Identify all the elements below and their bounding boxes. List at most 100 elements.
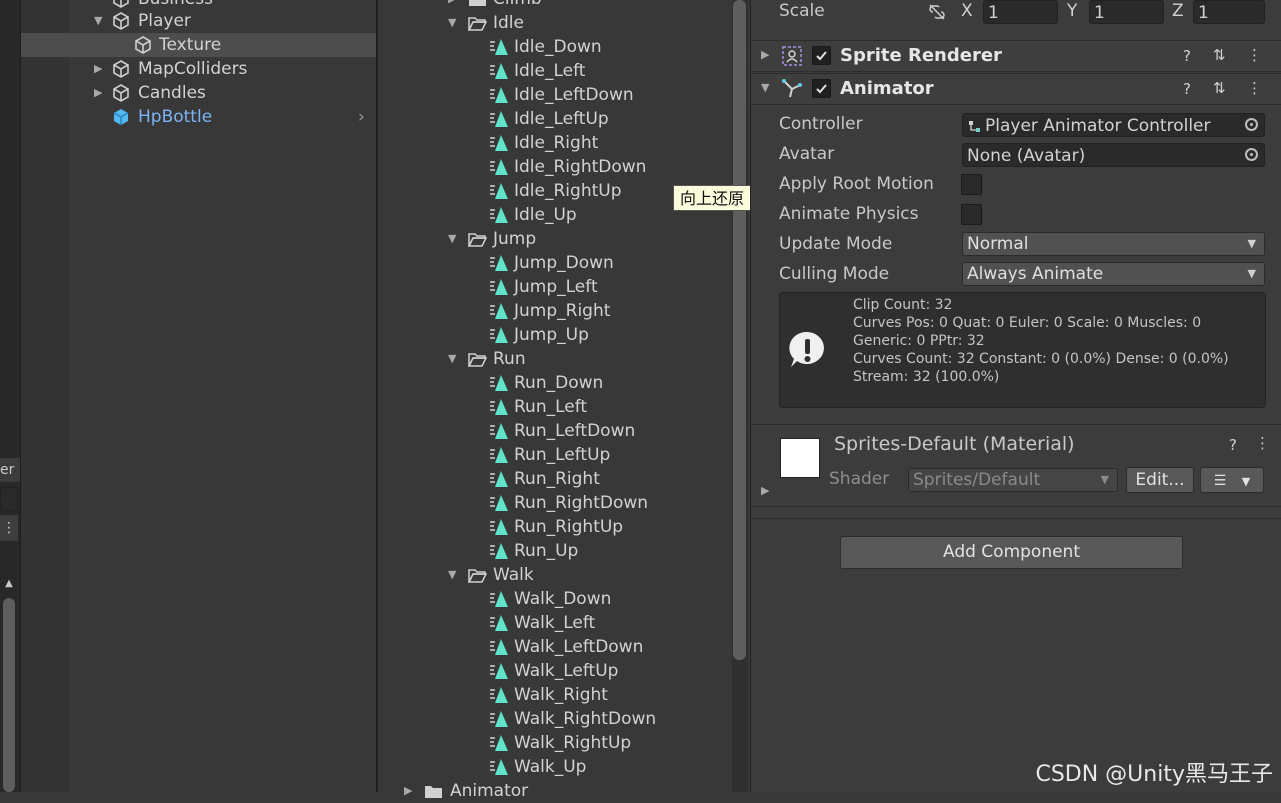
project-item-animation-clip[interactable]: Run_RightDown bbox=[378, 491, 728, 515]
project-item-animation-clip[interactable]: Idle_Left bbox=[378, 59, 728, 83]
animation-clip-icon bbox=[490, 423, 508, 439]
expanded-arrow-icon[interactable]: ▼ bbox=[448, 227, 456, 251]
project-item-animation-clip[interactable]: Idle_Down bbox=[378, 35, 728, 59]
expanded-arrow-icon[interactable]: ▼ bbox=[448, 563, 456, 587]
shader-menu-button[interactable]: ☰ ▼ bbox=[1200, 467, 1264, 493]
info-line: Curves Pos: 0 Quat: 0 Euler: 0 Scale: 0 … bbox=[853, 315, 1202, 331]
hierarchy-item-hpbottle[interactable]: HpBottle › bbox=[21, 105, 376, 129]
expanded-arrow-icon[interactable]: ▼ bbox=[448, 11, 456, 35]
collapsed-arrow-icon[interactable]: ▶ bbox=[761, 484, 769, 497]
expanded-arrow-icon[interactable]: ▼ bbox=[761, 81, 769, 94]
project-item-animation-clip[interactable]: Idle_LeftDown bbox=[378, 83, 728, 107]
project-item-animation-clip[interactable]: Run_Left bbox=[378, 395, 728, 419]
hierarchy-item-candles[interactable]: ▶ Candles bbox=[21, 81, 376, 105]
update-mode-dropdown[interactable]: Normal ▼ bbox=[962, 232, 1265, 256]
project-item-animation-clip[interactable]: Walk_Down bbox=[378, 587, 728, 611]
project-item-animation-clip[interactable]: Walk_RightDown bbox=[378, 707, 728, 731]
scale-x-label: X bbox=[961, 1, 973, 21]
constrain-proportions-icon[interactable] bbox=[927, 3, 947, 21]
project-item-animation-clip[interactable]: Run_Down bbox=[378, 371, 728, 395]
hierarchy-item-texture[interactable]: Texture bbox=[21, 33, 376, 57]
info-line: Curves Count: 32 Constant: 0 (0.0%) Dens… bbox=[853, 351, 1229, 367]
animation-clip-icon bbox=[490, 687, 508, 703]
avatar-field[interactable]: None (Avatar) bbox=[962, 143, 1265, 167]
controller-value: Player Animator Controller bbox=[985, 116, 1211, 136]
project-scrollbar-thumb[interactable] bbox=[733, 0, 746, 660]
project-item-animation-clip[interactable]: Walk_Up bbox=[378, 755, 728, 779]
collapsed-arrow-icon[interactable]: ▶ bbox=[404, 779, 412, 803]
folder-open-icon bbox=[468, 17, 487, 31]
more-options-icon[interactable]: ⋮ bbox=[0, 515, 18, 541]
controller-field[interactable]: Player Animator Controller bbox=[962, 113, 1265, 137]
project-item-animation-clip[interactable]: Walk_RightUp bbox=[378, 731, 728, 755]
chevron-right-icon[interactable]: › bbox=[358, 105, 365, 129]
scale-z-field[interactable]: 1 bbox=[1193, 0, 1265, 24]
project-item-animation-clip[interactable]: Jump_Right bbox=[378, 299, 728, 323]
expanded-arrow-icon[interactable]: ▼ bbox=[94, 9, 102, 33]
project-item-animation-clip[interactable]: Walk_LeftDown bbox=[378, 635, 728, 659]
apply-root-motion-checkbox[interactable] bbox=[961, 174, 982, 195]
culling-mode-dropdown[interactable]: Always Animate ▼ bbox=[962, 262, 1265, 286]
scroll-up-arrow-icon[interactable]: ▲ bbox=[2, 578, 16, 589]
project-item-animation-clip[interactable]: Walk_Left bbox=[378, 611, 728, 635]
project-folder-climb[interactable]: ▶ Climb bbox=[378, 0, 728, 11]
material-preview-swatch bbox=[780, 438, 820, 478]
sprite-renderer-header[interactable]: ▶ Sprite Renderer ? ⇅ ⋮ bbox=[751, 40, 1281, 72]
project-folder-jump[interactable]: ▼ Jump bbox=[378, 227, 728, 251]
hierarchy-item-label: Candles bbox=[138, 83, 206, 103]
project-item-animation-clip[interactable]: Walk_Right bbox=[378, 683, 728, 707]
project-item-animation-clip[interactable]: Idle_Right bbox=[378, 131, 728, 155]
project-item-animation-clip[interactable]: Run_RightUp bbox=[378, 515, 728, 539]
expanded-arrow-icon[interactable]: ▼ bbox=[448, 347, 456, 371]
project-item-animation-clip[interactable]: Run_LeftDown bbox=[378, 419, 728, 443]
sprite-renderer-enabled-checkbox[interactable] bbox=[812, 46, 831, 65]
project-item-animation-clip[interactable]: Jump_Up bbox=[378, 323, 728, 347]
hierarchy-item-mapcolliders[interactable]: ▶ MapColliders bbox=[21, 57, 376, 81]
help-icon[interactable]: ? bbox=[1183, 80, 1191, 98]
add-component-button[interactable]: Add Component bbox=[840, 536, 1183, 569]
console-tab[interactable]: er bbox=[0, 458, 20, 482]
hierarchy-item-player[interactable]: ▼ Player bbox=[21, 9, 376, 33]
project-item-animation-clip[interactable]: Jump_Left bbox=[378, 275, 728, 299]
more-options-icon[interactable]: ⋮ bbox=[1247, 79, 1262, 97]
collapsed-arrow-icon[interactable]: ▶ bbox=[448, 0, 456, 11]
left-scrollbar[interactable] bbox=[3, 598, 15, 792]
clip-label: Jump_Down bbox=[514, 253, 614, 273]
help-icon[interactable]: ? bbox=[1229, 436, 1237, 454]
project-item-animation-clip[interactable]: Walk_LeftUp bbox=[378, 659, 728, 683]
animator-header[interactable]: ▼ Animator ? ⇅ ⋮ bbox=[751, 73, 1281, 105]
more-options-icon[interactable]: ⋮ bbox=[1255, 434, 1270, 452]
project-item-animation-clip[interactable]: Run_Up bbox=[378, 539, 728, 563]
more-options-icon[interactable]: ⋮ bbox=[1247, 46, 1262, 64]
project-item-animation-clip[interactable]: Idle_RightDown bbox=[378, 155, 728, 179]
project-item-animation-clip[interactable]: Idle_LeftUp bbox=[378, 107, 728, 131]
folder-open-icon bbox=[468, 233, 487, 247]
presets-icon[interactable]: ⇅ bbox=[1213, 46, 1226, 64]
project-folder-run[interactable]: ▼ Run bbox=[378, 347, 728, 371]
object-picker-icon[interactable] bbox=[1245, 148, 1258, 161]
collapsed-arrow-icon[interactable]: ▶ bbox=[94, 81, 102, 105]
presets-icon[interactable]: ⇅ bbox=[1213, 79, 1226, 97]
info-line: Clip Count: 32 bbox=[853, 297, 953, 313]
edit-shader-button[interactable]: Edit... bbox=[1126, 467, 1194, 493]
help-icon[interactable]: ? bbox=[1183, 47, 1191, 65]
scale-y-field[interactable]: 1 bbox=[1089, 0, 1164, 24]
avatar-label: Avatar bbox=[779, 144, 835, 164]
collapsed-arrow-icon[interactable]: ▶ bbox=[94, 57, 102, 81]
object-picker-icon[interactable] bbox=[1245, 118, 1258, 131]
project-folder-walk[interactable]: ▼ Walk bbox=[378, 563, 728, 587]
shader-value: Sprites/Default bbox=[913, 470, 1041, 490]
animate-physics-checkbox[interactable] bbox=[961, 204, 982, 225]
console-search-field[interactable] bbox=[0, 487, 18, 511]
shader-dropdown[interactable]: Sprites/Default ▼ bbox=[908, 468, 1118, 492]
scale-x-field[interactable]: 1 bbox=[983, 0, 1058, 24]
project-folder-idle[interactable]: ▼ Idle bbox=[378, 11, 728, 35]
collapsed-arrow-icon[interactable]: ▶ bbox=[761, 48, 769, 61]
project-item-animation-clip[interactable]: Jump_Down bbox=[378, 251, 728, 275]
avatar-value: None (Avatar) bbox=[967, 146, 1086, 166]
animator-enabled-checkbox[interactable] bbox=[812, 79, 831, 98]
project-folder-animator[interactable]: ▶ Animator bbox=[378, 779, 728, 803]
project-item-animation-clip[interactable]: Run_LeftUp bbox=[378, 443, 728, 467]
clip-label: Idle_Right bbox=[514, 133, 599, 153]
project-item-animation-clip[interactable]: Run_Right bbox=[378, 467, 728, 491]
